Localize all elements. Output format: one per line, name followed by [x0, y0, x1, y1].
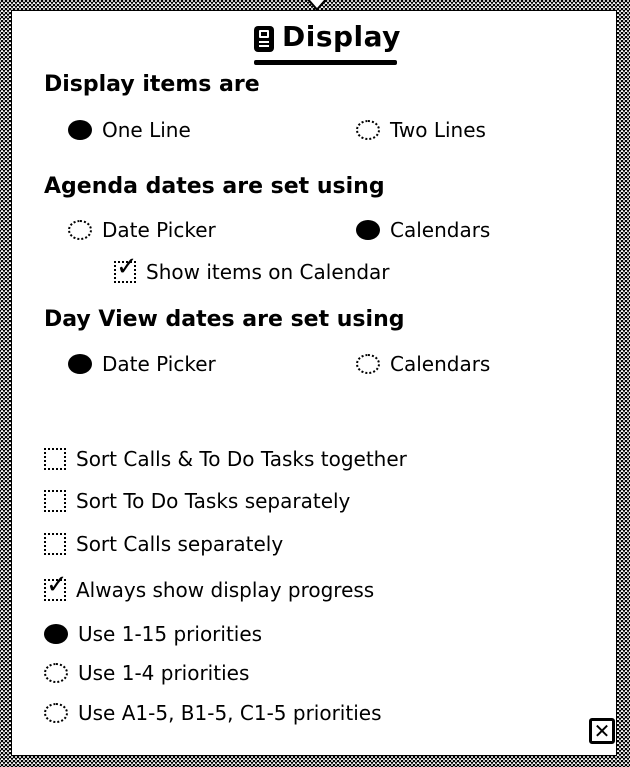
radio-label: Calendars	[390, 218, 491, 242]
title-text: Display	[282, 20, 401, 53]
note-icon	[254, 26, 274, 52]
radio-priorities-1-4[interactable]: Use 1-4 priorities	[44, 659, 249, 687]
checkbox-label: Sort Calls separately	[76, 532, 284, 556]
checkbox-always-show-progress[interactable]: Always show display progress	[44, 572, 375, 604]
radio-unselected-icon	[356, 120, 380, 140]
radio-selected-icon	[68, 354, 92, 374]
checkbox-unchecked-icon	[44, 490, 66, 512]
radio-dayview-date-picker[interactable]: Date Picker	[68, 350, 216, 378]
radio-label: Two Lines	[390, 118, 486, 142]
checkbox-sort-calls-separately[interactable]: Sort Calls separately	[44, 530, 283, 558]
checkbox-unchecked-icon	[44, 533, 66, 555]
radio-priorities-abc[interactable]: Use A1-5, B1-5, C1-5 priorities	[44, 699, 382, 727]
checkbox-label: Sort To Do Tasks separately	[76, 489, 351, 513]
drag-notch-icon[interactable]	[307, 0, 327, 11]
radio-label: Date Picker	[102, 352, 216, 376]
checkbox-unchecked-icon	[44, 448, 66, 470]
checkbox-sort-together[interactable]: Sort Calls & To Do Tasks together	[44, 445, 407, 473]
radio-dayview-calendars[interactable]: Calendars	[356, 350, 490, 378]
radio-unselected-icon	[44, 703, 68, 723]
radio-selected-icon	[44, 624, 68, 644]
radio-selected-icon	[68, 120, 92, 140]
dayview-dates-heading: Day View dates are set using	[44, 307, 405, 332]
checkbox-checked-icon	[114, 254, 138, 283]
radio-label: Calendars	[390, 352, 491, 376]
checkbox-show-on-calendar[interactable]: Show items on Calendar	[114, 254, 390, 286]
radio-label: Use 1-15 priorities	[78, 622, 263, 646]
radio-unselected-icon	[44, 663, 68, 683]
radio-one-line[interactable]: One Line	[68, 116, 191, 144]
checkbox-label: Sort Calls & To Do Tasks together	[76, 447, 407, 471]
radio-unselected-icon	[68, 220, 92, 240]
checkbox-checked-icon	[44, 572, 68, 601]
close-icon[interactable]: ✕	[589, 718, 615, 744]
radio-two-lines[interactable]: Two Lines	[356, 116, 486, 144]
radio-label: Use 1-4 priorities	[78, 661, 250, 685]
checkbox-sort-tasks-separately[interactable]: Sort To Do Tasks separately	[44, 487, 350, 515]
radio-label: One Line	[102, 118, 191, 142]
radio-selected-icon	[356, 220, 380, 240]
radio-unselected-icon	[356, 354, 380, 374]
radio-agenda-date-picker[interactable]: Date Picker	[68, 216, 216, 244]
title-underline	[254, 60, 397, 65]
agenda-dates-heading: Agenda dates are set using	[44, 174, 385, 199]
radio-label: Use A1-5, B1-5, C1-5 priorities	[78, 701, 382, 725]
radio-agenda-calendars[interactable]: Calendars	[356, 216, 490, 244]
display-items-heading: Display items are	[44, 72, 260, 97]
checkbox-label: Always show display progress	[76, 578, 375, 602]
checkbox-label: Show items on Calendar	[146, 260, 390, 284]
radio-label: Date Picker	[102, 218, 216, 242]
radio-priorities-1-15[interactable]: Use 1-15 priorities	[44, 620, 262, 648]
